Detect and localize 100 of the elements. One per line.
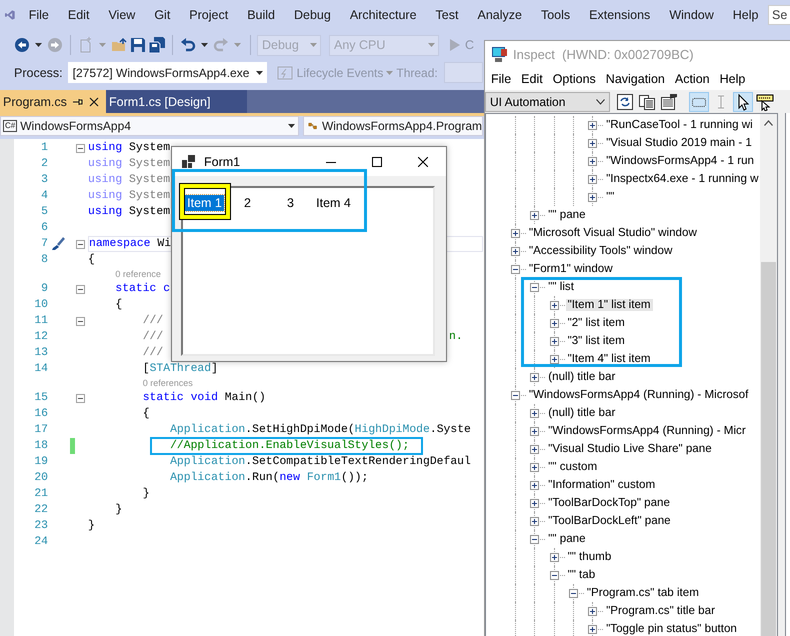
- tree-item[interactable]: "Visual Studio 2019 main - 1: [604, 137, 754, 149]
- expand-icon[interactable]: [588, 138, 598, 148]
- collapse-icon[interactable]: [550, 570, 559, 580]
- collapse-icon[interactable]: [530, 534, 540, 544]
- document-tab[interactable]: Program.cs: [0, 90, 106, 113]
- collapse-icon[interactable]: [76, 240, 85, 248]
- collapse-icon[interactable]: [511, 264, 520, 274]
- type-dropdown[interactable]: WindowsFormsApp4.Program: [303, 116, 483, 136]
- collapse-icon[interactable]: [76, 316, 85, 326]
- expand-icon[interactable]: [530, 210, 540, 220]
- undo-icon[interactable]: [180, 37, 196, 53]
- tree-item[interactable]: "ToolBarDockTop" pane: [546, 497, 672, 509]
- tree-item[interactable]: "" tab: [566, 569, 598, 581]
- close-icon[interactable]: [88, 96, 99, 106]
- process-dropdown[interactable]: [27572] WindowsFormsApp4.exe: [68, 62, 267, 83]
- menu-item[interactable]: Project: [180, 8, 238, 22]
- tree-item[interactable]: (null) title bar: [546, 371, 618, 383]
- list-view-item[interactable]: Item 4: [314, 195, 353, 211]
- tree-item[interactable]: "Visual Studio Live Share" pane: [546, 443, 714, 455]
- menu-item[interactable]: Window: [660, 8, 724, 22]
- tree-item[interactable]: "" pane: [546, 209, 588, 221]
- tree-item[interactable]: "WindowsFormsApp4 - 1 run: [604, 155, 756, 167]
- collapse-icon[interactable]: [568, 588, 578, 598]
- scroll-up-icon[interactable]: [764, 120, 773, 126]
- menu-item[interactable]: View: [98, 8, 145, 22]
- menu-item[interactable]: Debug: [284, 8, 340, 22]
- menu-item[interactable]: Architecture: [340, 8, 426, 22]
- caret-icon[interactable]: [201, 43, 208, 47]
- tree-item[interactable]: "Information" custom: [546, 479, 658, 491]
- tree-item[interactable]: (null) title bar: [546, 407, 618, 419]
- menu-item[interactable]: Edit: [58, 8, 99, 22]
- expand-icon[interactable]: [588, 120, 598, 130]
- save-icon[interactable]: [130, 37, 146, 53]
- expand-icon[interactable]: [588, 174, 598, 184]
- collapse-icon[interactable]: [76, 284, 85, 294]
- caret-icon[interactable]: [256, 70, 263, 74]
- expand-icon[interactable]: [550, 318, 559, 328]
- tree-item[interactable]: "Toggle pin status" button: [604, 623, 739, 635]
- expand-icon[interactable]: [550, 300, 559, 310]
- menu-item[interactable]: Analyze: [468, 8, 532, 22]
- caret-icon[interactable]: [288, 124, 295, 128]
- menu-item[interactable]: Help: [723, 8, 768, 22]
- tree-item[interactable]: "WindowsFormsApp4 (Running) - Micr: [546, 425, 748, 437]
- tree-item[interactable]: "" thumb: [566, 551, 614, 563]
- tree-item[interactable]: "Item 1" list item: [566, 299, 653, 311]
- tree-item[interactable]: "3" list item: [566, 335, 627, 347]
- expand-icon[interactable]: [530, 408, 540, 418]
- tree-item[interactable]: "Item 4" list item: [566, 353, 653, 365]
- menu-item[interactable]: Edit: [516, 72, 548, 86]
- save-all-icon[interactable]: [149, 37, 165, 53]
- menu-item[interactable]: Git: [144, 8, 180, 22]
- tree-item[interactable]: "RunCaseTool - 1 running wi: [604, 119, 755, 131]
- tree-item[interactable]: "Microsoft Visual Studio" window: [527, 227, 699, 239]
- menu-item[interactable]: Action: [670, 72, 715, 86]
- pin-icon[interactable]: [72, 96, 83, 106]
- tree-item[interactable]: "" custom: [546, 461, 600, 473]
- tree-item[interactable]: "WindowsFormsApp4 (Running) - Microsof: [527, 389, 750, 401]
- expand-icon[interactable]: [530, 426, 540, 436]
- scroll-thumb[interactable]: [761, 262, 776, 636]
- tree-item[interactable]: "" pane: [546, 533, 588, 545]
- list-view-item[interactable]: Item 1: [185, 195, 224, 211]
- list-view-item[interactable]: 3: [285, 195, 296, 211]
- expand-icon[interactable]: [530, 462, 540, 472]
- expand-icon[interactable]: [530, 444, 540, 454]
- project-dropdown[interactable]: C# WindowsFormsApp4: [0, 116, 299, 136]
- menu-item[interactable]: Build: [238, 8, 284, 22]
- menu-item[interactable]: Test: [426, 8, 468, 22]
- expand-icon[interactable]: [530, 516, 540, 526]
- tree-item[interactable]: "Form1" window: [527, 263, 615, 275]
- folder-icon[interactable]: [111, 37, 127, 53]
- close-icon[interactable]: [418, 156, 428, 166]
- menu-item[interactable]: Tools: [531, 8, 580, 22]
- expand-icon[interactable]: [511, 246, 520, 256]
- caret-icon[interactable]: [35, 43, 42, 47]
- menu-item[interactable]: File: [486, 72, 516, 86]
- menu-item[interactable]: Options: [548, 72, 601, 86]
- collapse-icon[interactable]: [76, 144, 85, 152]
- expand-icon[interactable]: [530, 498, 540, 508]
- tree-item[interactable]: "Program.cs" title bar: [604, 605, 717, 617]
- list-view-item[interactable]: 2: [242, 195, 253, 211]
- expand-icon[interactable]: [550, 552, 559, 562]
- expand-icon[interactable]: [588, 624, 598, 634]
- tree-item[interactable]: "Accessibility Tools" window: [527, 245, 674, 257]
- menu-item[interactable]: Help: [714, 72, 750, 86]
- menu-item[interactable]: File: [19, 8, 58, 22]
- tree-item[interactable]: "Inspectx64.exe - 1 running w: [604, 173, 761, 185]
- collapse-icon[interactable]: [511, 390, 520, 400]
- maximize-icon[interactable]: [372, 156, 382, 166]
- expand-icon[interactable]: [511, 228, 520, 238]
- expand-icon[interactable]: [588, 192, 598, 202]
- menu-item[interactable]: Navigation: [600, 72, 670, 86]
- collapse-icon[interactable]: [530, 282, 540, 292]
- tree-item[interactable]: "" list: [546, 281, 576, 293]
- search-field[interactable]: Se: [768, 5, 790, 25]
- back-icon[interactable]: [14, 37, 30, 53]
- expand-icon[interactable]: [530, 372, 540, 382]
- expand-icon[interactable]: [530, 480, 540, 490]
- expand-icon[interactable]: [588, 156, 598, 166]
- document-tab[interactable]: Form1.cs [Design]: [106, 90, 247, 113]
- menu-item[interactable]: Extensions: [580, 8, 660, 22]
